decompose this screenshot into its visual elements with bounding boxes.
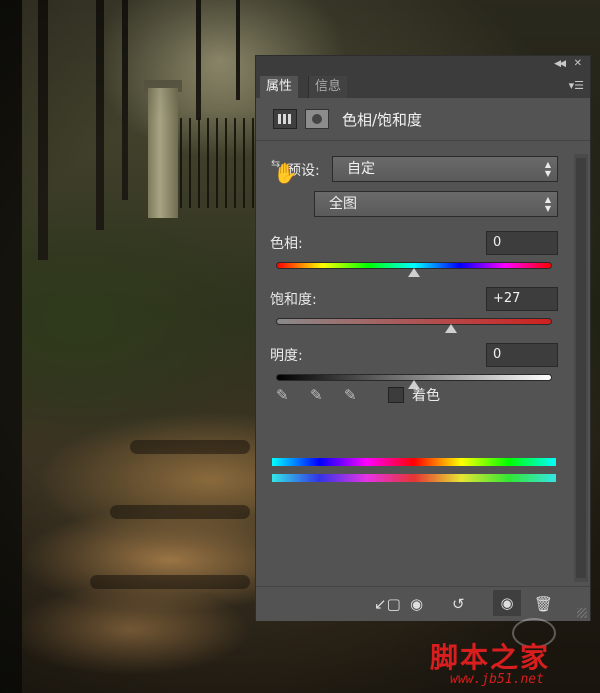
hue-slider-thumb[interactable] — [408, 268, 420, 277]
panel-tab-bar: 属性 信息 ▾☰ — [256, 74, 590, 98]
targeted-adjustment-hand-icon[interactable]: ✋ ⇆ — [271, 157, 298, 185]
close-panel-icon[interactable]: ✕ — [574, 58, 582, 69]
eyedropper-icon[interactable]: ✎ — [276, 386, 289, 404]
adjustment-title: 色相/饱和度 — [342, 111, 423, 129]
view-previous-state-icon[interactable]: ◉ — [410, 595, 423, 613]
select-arrows-icon: ▲ ▼ — [544, 195, 551, 213]
saturation-value-field[interactable]: +27 — [486, 287, 558, 311]
tab-info[interactable]: 信息 — [308, 76, 348, 98]
hue-value-field[interactable]: 0 — [486, 231, 558, 255]
collapse-panel-icon[interactable]: ◀◀ — [554, 59, 566, 69]
clip-to-layer-icon[interactable]: ↙▢ — [374, 595, 401, 613]
delete-icon[interactable]: 🗑 — [534, 595, 553, 613]
layer-mask-icon[interactable] — [305, 109, 329, 129]
lightness-value-field[interactable]: 0 — [486, 343, 558, 367]
watermark-url: www.jb51.net — [450, 672, 544, 687]
hue-saturation-adjustment-icon[interactable] — [273, 109, 297, 129]
reset-icon[interactable]: ↺ — [452, 595, 465, 613]
channel-select[interactable]: 全图 ▲ ▼ — [314, 191, 558, 217]
watermark-text: 脚本之家 — [430, 641, 551, 674]
preset-select-value: 自定 — [347, 161, 375, 177]
colorize-checkbox[interactable] — [388, 387, 404, 403]
channel-select-value: 全图 — [329, 196, 357, 212]
adjustment-header: 色相/饱和度 — [256, 98, 590, 141]
resize-grip[interactable] — [577, 608, 587, 618]
panel-menu-icon[interactable]: ▾☰ — [569, 79, 584, 92]
preset-select[interactable]: 自定 ▲ ▼ — [332, 156, 558, 182]
saturation-label: 饱和度: — [270, 292, 317, 308]
properties-panel: ◀◀ ✕ 属性 信息 ▾☰ 色相/饱和度 预设: 自定 ▲ ▼ ✋ ⇆ 全图 ▲ ▼ … — [255, 55, 591, 621]
saturation-slider-track[interactable] — [276, 318, 552, 325]
colorize-label: 着色 — [412, 388, 440, 404]
panel-scrollbar[interactable] — [574, 154, 588, 582]
lightness-label: 明度: — [270, 348, 303, 364]
result-color-bar — [272, 474, 556, 482]
panel-footer: ↙▢ ◉ ↺ ◉ 🗑 — [256, 586, 590, 621]
tab-properties[interactable]: 属性 — [260, 76, 299, 98]
saturation-slider-thumb[interactable] — [445, 324, 458, 333]
source-color-bar — [272, 458, 556, 466]
panel-title-bar: ◀◀ ✕ — [256, 56, 590, 74]
eyedropper-plus-icon[interactable]: ✎ — [310, 386, 323, 404]
eyedropper-minus-icon[interactable]: ✎ — [344, 386, 357, 404]
select-arrows-icon: ▲ ▼ — [544, 160, 551, 178]
hue-label: 色相: — [270, 236, 303, 252]
toggle-visibility-icon[interactable]: ◉ — [493, 590, 521, 616]
scrollbar-thumb[interactable] — [576, 158, 586, 578]
